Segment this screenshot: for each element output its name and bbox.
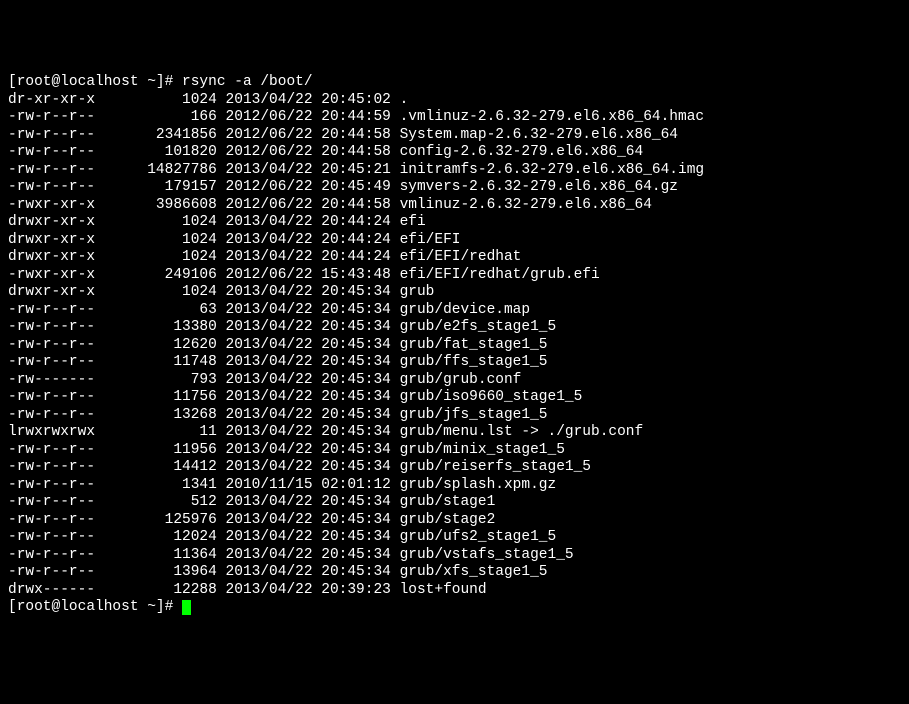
listing-row: -rw-r--r-- 11748 2013/04/22 20:45:34 gru… [8,354,901,372]
terminal-output[interactable]: [root@localhost ~]# rsync -a /boot/dr-xr… [8,74,901,617]
cursor [182,600,191,615]
listing-row: -rwxr-xr-x 249106 2012/06/22 15:43:48 ef… [8,267,901,285]
listing-row: -rw-r--r-- 13268 2013/04/22 20:45:34 gru… [8,407,901,425]
listing-row: -rw-r--r-- 14827786 2013/04/22 20:45:21 … [8,162,901,180]
listing-row: -rw-r--r-- 13964 2013/04/22 20:45:34 gru… [8,564,901,582]
listing-row: drwxr-xr-x 1024 2013/04/22 20:44:24 efi/… [8,249,901,267]
listing-row: -rw------- 793 2013/04/22 20:45:34 grub/… [8,372,901,390]
listing-row: -rw-r--r-- 14412 2013/04/22 20:45:34 gru… [8,459,901,477]
listing-row: drwxr-xr-x 1024 2013/04/22 20:44:24 efi/… [8,232,901,250]
listing-row: -rwxr-xr-x 3986608 2012/06/22 20:44:58 v… [8,197,901,215]
prompt-line: [root@localhost ~]# [8,599,901,617]
listing-row: -rw-r--r-- 11956 2013/04/22 20:45:34 gru… [8,442,901,460]
listing-row: drwxr-xr-x 1024 2013/04/22 20:45:34 grub [8,284,901,302]
listing-row: drwxr-xr-x 1024 2013/04/22 20:44:24 efi [8,214,901,232]
listing-row: -rw-r--r-- 512 2013/04/22 20:45:34 grub/… [8,494,901,512]
listing-row: -rw-r--r-- 12620 2013/04/22 20:45:34 gru… [8,337,901,355]
listing-row: -rw-r--r-- 125976 2013/04/22 20:45:34 gr… [8,512,901,530]
listing-row: -rw-r--r-- 12024 2013/04/22 20:45:34 gru… [8,529,901,547]
listing-row: -rw-r--r-- 11756 2013/04/22 20:45:34 gru… [8,389,901,407]
listing-row: -rw-r--r-- 101820 2012/06/22 20:44:58 co… [8,144,901,162]
command-line: [root@localhost ~]# rsync -a /boot/ [8,74,901,92]
listing-row: -rw-r--r-- 63 2013/04/22 20:45:34 grub/d… [8,302,901,320]
listing-row: -rw-r--r-- 11364 2013/04/22 20:45:34 gru… [8,547,901,565]
listing-row: -rw-r--r-- 166 2012/06/22 20:44:59 .vmli… [8,109,901,127]
listing-row: -rw-r--r-- 2341856 2012/06/22 20:44:58 S… [8,127,901,145]
listing-row: -rw-r--r-- 13380 2013/04/22 20:45:34 gru… [8,319,901,337]
listing-row: dr-xr-xr-x 1024 2013/04/22 20:45:02 . [8,92,901,110]
listing-row: -rw-r--r-- 1341 2010/11/15 02:01:12 grub… [8,477,901,495]
listing-row: drwx------ 12288 2013/04/22 20:39:23 los… [8,582,901,600]
listing-row: -rw-r--r-- 179157 2012/06/22 20:45:49 sy… [8,179,901,197]
listing-row: lrwxrwxrwx 11 2013/04/22 20:45:34 grub/m… [8,424,901,442]
